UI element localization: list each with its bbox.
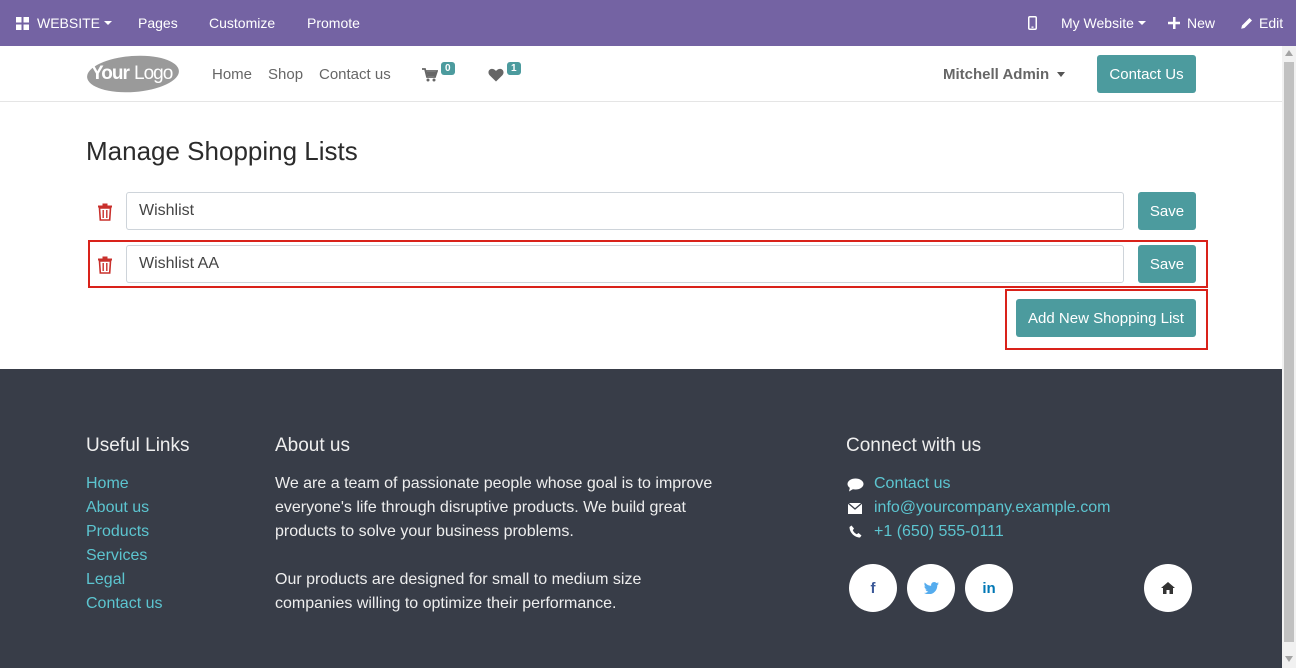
admin-bar: WEBSITE Pages Customize Promote My Websi… — [0, 0, 1296, 46]
heart-icon — [488, 68, 504, 82]
mobile-phone-icon — [1028, 16, 1037, 30]
site-logo[interactable]: Your Logo — [86, 54, 180, 94]
about-us-text: We are a team of passionate people whose… — [275, 472, 712, 544]
highlight-box — [88, 240, 1208, 288]
footer-email-link[interactable]: info@yourcompany.example.com — [874, 499, 1111, 517]
about-us-text-2: Our products are designed for small to m… — [275, 568, 641, 616]
new-label: New — [1187, 15, 1216, 31]
useful-links-heading: Useful Links — [86, 435, 190, 456]
nav-home[interactable]: Home — [212, 46, 252, 102]
home-button[interactable] — [1144, 564, 1192, 612]
mobile-preview-button[interactable] — [1028, 0, 1037, 46]
about-us-heading: About us — [275, 435, 350, 456]
edit-label: Edit — [1259, 15, 1284, 31]
footer-link-contact-us[interactable]: Contact us — [86, 595, 162, 613]
footer-link-home[interactable]: Home — [86, 475, 129, 493]
nav-contact-us[interactable]: Contact us — [319, 46, 391, 102]
svg-text:Logo: Logo — [134, 63, 173, 84]
page-scrollbar[interactable] — [1282, 46, 1296, 668]
about-line: companies willing to optimize their perf… — [275, 595, 617, 612]
caret-down-icon — [1057, 71, 1066, 77]
logo-image: Your Logo — [87, 55, 179, 93]
facebook-icon: f — [870, 579, 876, 597]
about-line: everyone's life through disruptive produ… — [275, 499, 686, 516]
site-footer: Useful Links Home About us Products Serv… — [0, 369, 1282, 668]
about-line: Our products are designed for small to m… — [275, 571, 642, 588]
website-menu[interactable]: WEBSITE — [16, 0, 113, 46]
plus-icon — [1168, 17, 1180, 29]
save-button[interactable]: Save — [1138, 192, 1196, 230]
connect-heading: Connect with us — [846, 435, 982, 456]
pages-menu[interactable]: Pages — [138, 0, 178, 46]
twitter-button[interactable] — [907, 564, 955, 612]
promote-menu[interactable]: Promote — [307, 0, 360, 46]
new-button[interactable]: New — [1168, 0, 1215, 46]
linkedin-button[interactable]: in — [965, 564, 1013, 612]
wishlist-link[interactable] — [488, 66, 506, 82]
phone-icon — [849, 525, 862, 538]
site-header: Your Logo Home Shop Contact us 0 1 Mitch… — [0, 46, 1282, 102]
linkedin-icon: in — [982, 579, 996, 597]
cart-count-badge: 0 — [441, 62, 455, 75]
facebook-button[interactable]: f — [849, 564, 897, 612]
svg-text:Your: Your — [91, 63, 130, 84]
footer-contact-link[interactable]: Contact us — [874, 475, 950, 493]
highlight-box — [1005, 289, 1208, 350]
footer-link-services[interactable]: Services — [86, 547, 147, 565]
my-website-label: My Website — [1061, 15, 1134, 31]
edit-button[interactable]: Edit — [1240, 0, 1283, 46]
page-title: Manage Shopping Lists — [86, 136, 358, 166]
customize-menu[interactable]: Customize — [209, 0, 275, 46]
home-icon — [1161, 582, 1175, 594]
trash-icon[interactable] — [97, 203, 113, 221]
footer-link-products[interactable]: Products — [86, 523, 149, 541]
contact-us-button[interactable]: Contact Us — [1097, 55, 1196, 93]
wishlist-count-badge: 1 — [507, 62, 521, 75]
caret-down-icon — [1137, 21, 1146, 25]
twitter-icon — [923, 582, 939, 594]
user-name: Mitchell Admin — [943, 65, 1050, 83]
my-website-menu[interactable]: My Website — [1061, 0, 1146, 46]
about-line: products to solve your business problems… — [275, 523, 574, 540]
cart-link[interactable] — [422, 66, 442, 82]
nav-shop[interactable]: Shop — [268, 46, 303, 102]
user-menu[interactable]: Mitchell Admin — [943, 46, 1066, 102]
scroll-down-arrow-icon[interactable] — [1285, 656, 1293, 662]
footer-link-about-us[interactable]: About us — [86, 499, 149, 517]
apps-grid-icon — [16, 16, 29, 30]
envelope-icon — [848, 503, 862, 514]
scroll-up-arrow-icon[interactable] — [1285, 50, 1293, 56]
shopping-cart-icon — [422, 68, 438, 82]
footer-link-legal[interactable]: Legal — [86, 571, 125, 589]
chat-bubble-icon — [847, 478, 864, 492]
shopping-list-name-input[interactable]: Wishlist — [126, 192, 1124, 230]
pencil-icon — [1241, 17, 1252, 29]
caret-down-icon — [104, 21, 113, 25]
footer-phone-link[interactable]: +1 (650) 555-0111 — [874, 523, 1004, 541]
website-menu-label: WEBSITE — [37, 15, 101, 31]
scrollbar-thumb[interactable] — [1284, 62, 1294, 642]
about-line: We are a team of passionate people whose… — [275, 475, 713, 492]
